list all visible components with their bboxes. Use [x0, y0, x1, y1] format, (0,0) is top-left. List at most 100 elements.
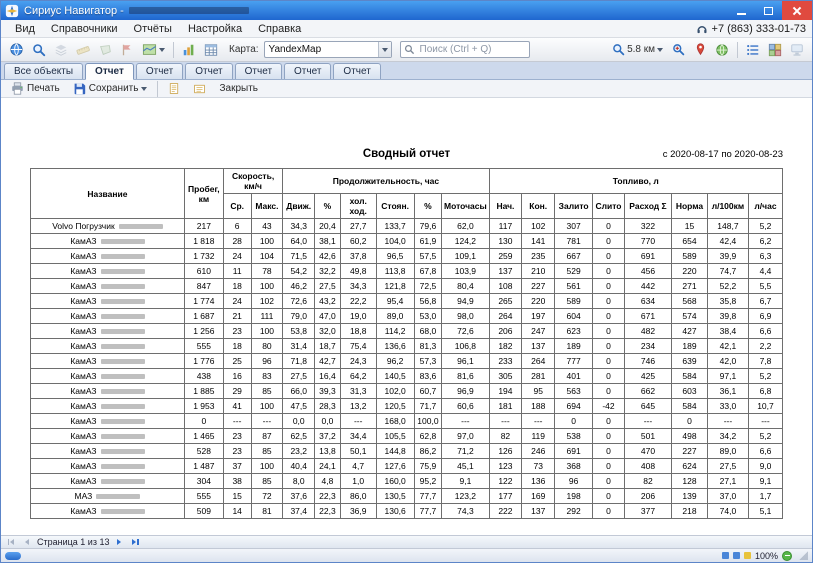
- map-view-button[interactable]: [139, 40, 168, 60]
- data-cell: 654: [672, 234, 708, 249]
- page-orientation-button[interactable]: [187, 81, 212, 97]
- next-page-button[interactable]: [113, 537, 125, 548]
- resize-grip[interactable]: [799, 551, 808, 560]
- maximize-button[interactable]: [755, 1, 782, 20]
- data-cell: 13,2: [340, 399, 376, 414]
- data-cell: 43: [251, 219, 283, 234]
- data-cell: 322: [624, 219, 671, 234]
- refresh-button[interactable]: [6, 40, 27, 60]
- list-view-button[interactable]: [743, 40, 763, 60]
- data-cell: 610: [184, 264, 223, 279]
- close-button[interactable]: [782, 1, 812, 20]
- report-toolbar: Печать Сохранить Закрыть: [1, 80, 812, 98]
- data-cell: 94,9: [442, 294, 489, 309]
- layers-button[interactable]: [51, 40, 71, 60]
- table-row: КамАЗ610117854,232,249,8113,867,8103,913…: [31, 264, 783, 279]
- redacted-text: [101, 374, 145, 379]
- data-cell: 128: [672, 474, 708, 489]
- close-report-button[interactable]: Закрыть: [213, 81, 264, 96]
- data-cell: 37,0: [707, 489, 748, 504]
- data-cell: 102: [251, 294, 283, 309]
- data-cell: 72,5: [414, 279, 442, 294]
- print-button[interactable]: Печать: [5, 80, 66, 97]
- vehicle-name: КамАЗ: [70, 251, 96, 261]
- tab-report-6[interactable]: Отчет: [333, 63, 380, 79]
- menu-item-directories[interactable]: Справочники: [43, 22, 126, 36]
- data-cell: 32,2: [315, 264, 341, 279]
- redacted-text: [101, 329, 145, 334]
- redacted-text: [101, 284, 145, 289]
- save-button[interactable]: Сохранить: [67, 80, 154, 97]
- polygon-button[interactable]: [95, 40, 115, 60]
- map-select[interactable]: YandexMap: [264, 41, 392, 58]
- ruler-button[interactable]: [73, 40, 93, 60]
- search-input[interactable]: [418, 43, 526, 56]
- view-mode-icon[interactable]: [733, 552, 740, 559]
- data-cell: 427: [672, 324, 708, 339]
- placemark-button[interactable]: [690, 40, 710, 60]
- data-cell: 75,9: [414, 459, 442, 474]
- map-scale-control[interactable]: 5.8 км: [609, 40, 666, 60]
- data-cell: 18: [223, 339, 251, 354]
- data-cell: 38: [223, 474, 251, 489]
- tab-all-objects[interactable]: Все объекты: [4, 63, 83, 79]
- chart-button[interactable]: [179, 40, 199, 60]
- table-button[interactable]: [201, 40, 221, 60]
- data-cell: 40,4: [283, 459, 315, 474]
- menu-item-settings[interactable]: Настройка: [180, 22, 250, 36]
- data-cell: 39,9: [707, 249, 748, 264]
- data-cell: 74,3: [442, 504, 489, 519]
- tab-report-3[interactable]: Отчет: [185, 63, 232, 79]
- data-cell: 624: [672, 459, 708, 474]
- data-cell: 50,1: [340, 444, 376, 459]
- data-cell: 470: [624, 444, 671, 459]
- data-cell: 33,0: [707, 399, 748, 414]
- data-cell: 1 256: [184, 324, 223, 339]
- monitor-button[interactable]: [787, 40, 807, 60]
- table-row: КамАЗ1 885298566,039,331,3102,060,796,91…: [31, 384, 783, 399]
- tab-report-1[interactable]: Отчет: [85, 63, 134, 80]
- zoom-in-button[interactable]: [668, 40, 688, 60]
- data-cell: 47,0: [315, 309, 341, 324]
- flag-button[interactable]: [117, 40, 137, 60]
- tab-report-2[interactable]: Отчет: [136, 63, 183, 79]
- prev-page-button[interactable]: [21, 537, 33, 548]
- data-cell: 561: [555, 279, 593, 294]
- table-row: КамАЗ30438858,04,81,0160,095,29,11221369…: [31, 474, 783, 489]
- data-cell: 259: [489, 249, 522, 264]
- page-setup-button[interactable]: [162, 80, 186, 97]
- data-cell: 227: [672, 444, 708, 459]
- vehicle-name: КамАЗ: [70, 506, 96, 516]
- page-landscape-icon: [193, 83, 206, 95]
- tab-report-4[interactable]: Отчет: [235, 63, 282, 79]
- data-cell: 0: [593, 294, 625, 309]
- phone-display: +7 (863) 333-01-73: [696, 23, 806, 35]
- data-cell: 136,6: [376, 339, 414, 354]
- zoom-fit-button[interactable]: [782, 551, 792, 561]
- table-row: КамАЗ1 6872111179,047,019,089,053,098,02…: [31, 309, 783, 324]
- data-cell: 233: [489, 354, 522, 369]
- data-cell: 169: [522, 489, 555, 504]
- tab-report-5[interactable]: Отчет: [284, 63, 331, 79]
- menu-item-reports[interactable]: Отчёты: [126, 22, 180, 36]
- data-cell: 1 487: [184, 459, 223, 474]
- data-cell: 89,0: [707, 444, 748, 459]
- minimize-button[interactable]: [728, 1, 755, 20]
- table-row: КамАЗ0------0,00,0---168,0100,0---------…: [31, 414, 783, 429]
- first-page-button[interactable]: [5, 537, 17, 548]
- globe-button[interactable]: [712, 40, 732, 60]
- grid-view-button[interactable]: [765, 40, 785, 60]
- view-mode-icon[interactable]: [744, 552, 751, 559]
- data-cell: 46,2: [283, 279, 315, 294]
- view-mode-icon[interactable]: [722, 552, 729, 559]
- menu-item-view[interactable]: Вид: [7, 22, 43, 36]
- data-cell: 36,1: [707, 384, 748, 399]
- data-cell: 603: [672, 384, 708, 399]
- last-page-button[interactable]: [129, 537, 141, 548]
- search-map-button[interactable]: [29, 40, 49, 60]
- column-header: Пробег, км: [184, 169, 223, 219]
- menu-item-help[interactable]: Справка: [250, 22, 309, 36]
- window-controls: [728, 1, 812, 20]
- data-cell: 37,6: [283, 489, 315, 504]
- data-cell: 38,4: [707, 324, 748, 339]
